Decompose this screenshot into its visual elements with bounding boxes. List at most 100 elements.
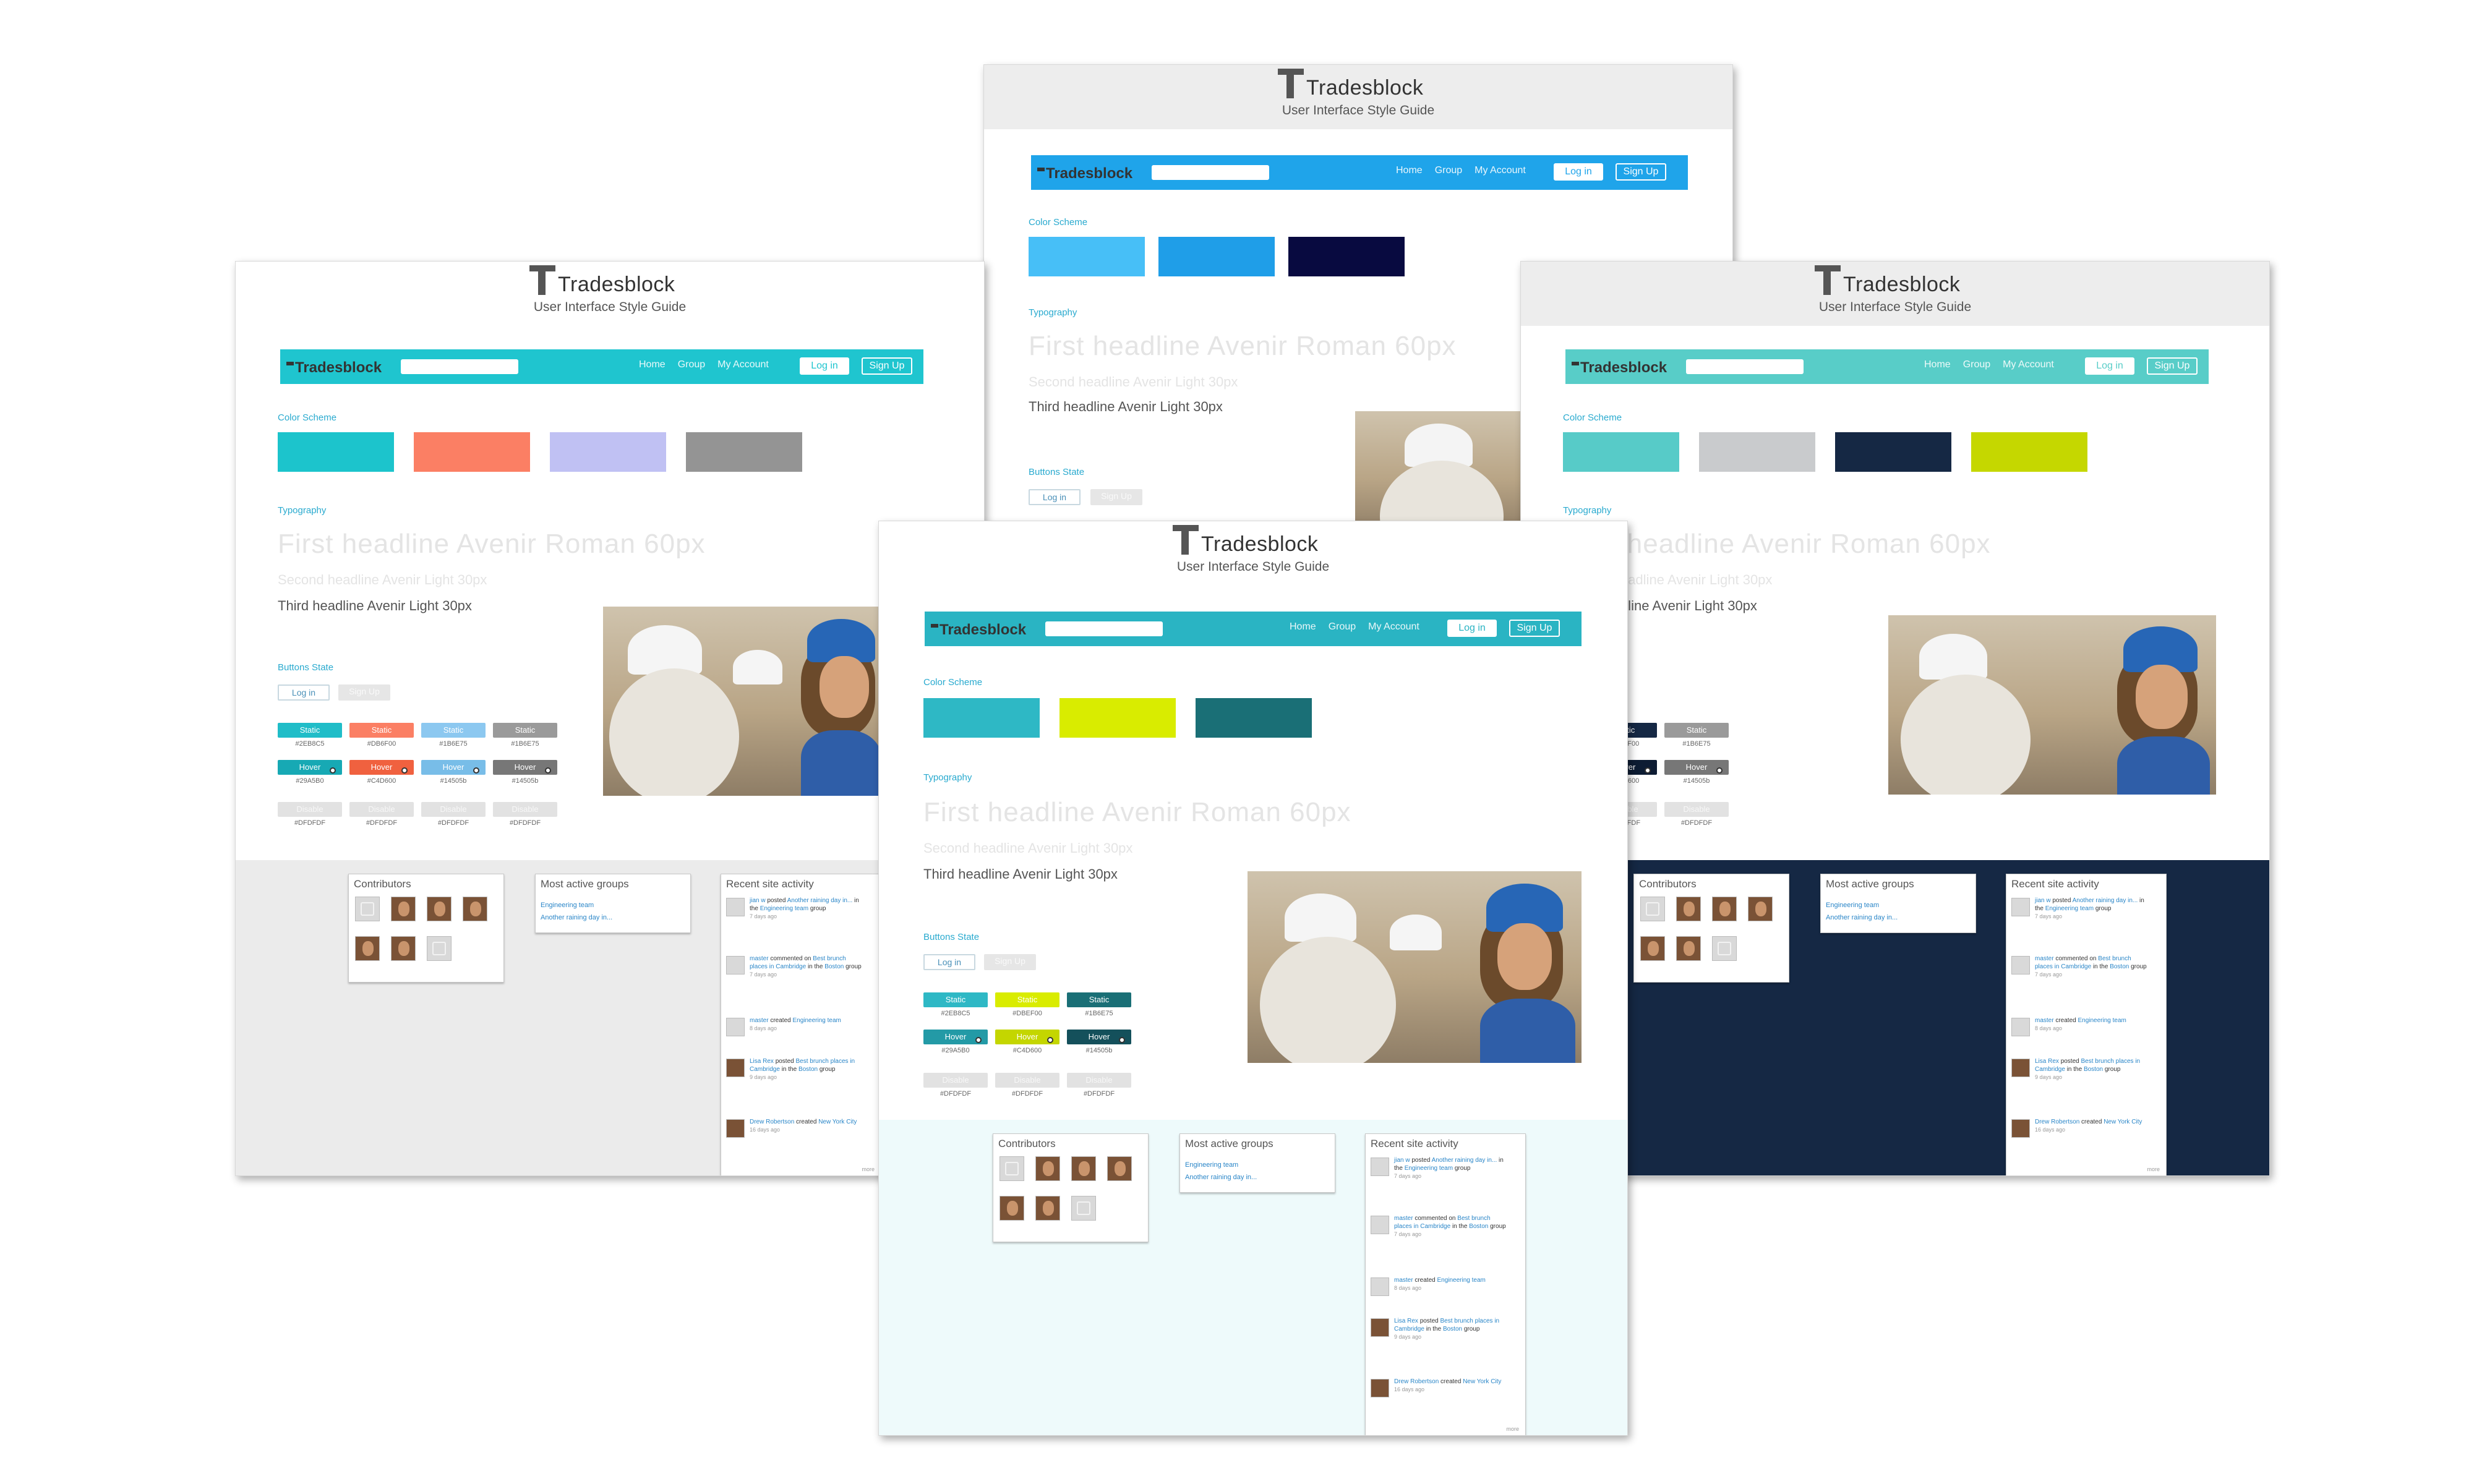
hex-label: #29A5B0 [941, 1047, 970, 1054]
construction-workers-photo [1888, 615, 2216, 795]
nav-link-group[interactable]: Group [1329, 621, 1356, 632]
static-chip-4[interactable]: Static [493, 723, 557, 738]
login-button[interactable]: Log in [800, 357, 849, 375]
sample-login-button[interactable]: Log in [1029, 489, 1081, 505]
nav-links: Home Group My Account [639, 359, 781, 370]
signup-button[interactable]: Sign Up [1509, 620, 1560, 637]
tradesblock-logo: Tradesblock [236, 265, 984, 299]
avatar[interactable] [999, 1196, 1024, 1221]
cursor-icon [330, 767, 336, 774]
static-chip-2[interactable]: Static [349, 723, 414, 738]
nav-logo[interactable]: Tradesblock [1572, 359, 1667, 377]
nav-link-account[interactable]: My Account [717, 359, 769, 370]
static-chip-1[interactable]: Static [278, 723, 342, 738]
more-link[interactable]: more [862, 1166, 875, 1172]
more-link[interactable]: more [1506, 1426, 1519, 1432]
nav-link-home[interactable]: Home [1924, 359, 1951, 370]
nav-link-group[interactable]: Group [678, 359, 705, 370]
group-link[interactable]: Another raining day in... [1185, 1174, 1257, 1181]
swatch-2 [1158, 237, 1275, 276]
group-link[interactable]: Engineering team [541, 902, 594, 909]
nav-link-home[interactable]: Home [1290, 621, 1316, 632]
hex-label: #29A5B0 [296, 777, 324, 785]
avatar[interactable] [1640, 936, 1665, 961]
nav-logo-text: Tradesblock [1580, 359, 1667, 376]
avatar[interactable] [391, 936, 416, 961]
avatar[interactable] [391, 897, 416, 921]
sheet-header: Tradesblock User Interface Style Guide [879, 521, 1627, 586]
disable-chip-2: Disable [1664, 802, 1729, 817]
group-link[interactable]: Engineering team [1826, 902, 1879, 909]
nav-links: Home Group My Account [1396, 165, 1538, 176]
swatch-4 [686, 432, 802, 472]
avatar[interactable] [1676, 897, 1701, 921]
avatar[interactable] [1035, 1156, 1060, 1181]
nav-link-home[interactable]: Home [639, 359, 666, 370]
avatar[interactable] [1071, 1156, 1096, 1181]
swatch-3 [1196, 698, 1312, 738]
search-input[interactable] [1686, 359, 1804, 374]
static-chip-2[interactable]: Static [995, 992, 1059, 1007]
search-input[interactable] [401, 359, 518, 374]
avatar[interactable] [1748, 897, 1773, 921]
search-input[interactable] [1152, 165, 1269, 180]
nav-link-account[interactable]: My Account [2003, 359, 2054, 370]
login-button[interactable]: Log in [1447, 620, 1497, 637]
avatar[interactable] [999, 1156, 1024, 1181]
nav-logo[interactable]: Tradesblock [1037, 165, 1132, 182]
nav-link-group[interactable]: Group [1435, 165, 1462, 176]
group-link[interactable]: Another raining day in... [541, 914, 612, 921]
static-chip-1[interactable]: Static [923, 992, 988, 1007]
avatar[interactable] [427, 936, 452, 961]
signup-button[interactable]: Sign Up [1616, 163, 1666, 181]
swatch-1 [923, 698, 1040, 738]
style-guide-sheet-teal-lime: Tradesblock User Interface Style Guide T… [878, 521, 1628, 1436]
nav-link-group[interactable]: Group [1963, 359, 1990, 370]
static-chip-3[interactable]: Static [1067, 992, 1131, 1007]
nav-link-account[interactable]: My Account [1368, 621, 1419, 632]
nav-link-account[interactable]: My Account [1475, 165, 1526, 176]
swatch-3 [1835, 432, 1951, 472]
color-scheme-label: Color Scheme [278, 412, 337, 423]
recent-activity-card: Recent site activity jian w posted Anoth… [1365, 1133, 1526, 1435]
active-groups-card: Most active groups Engineering team Anot… [1179, 1133, 1335, 1193]
nav-logo-text: Tradesblock [1046, 165, 1133, 182]
sample-login-button[interactable]: Log in [278, 684, 330, 701]
avatar[interactable] [355, 936, 380, 961]
group-link[interactable]: Another raining day in... [1826, 914, 1898, 921]
hex-label: #14505b [1683, 777, 1710, 785]
color-scheme-label: Color Scheme [1029, 217, 1088, 228]
avatar[interactable] [463, 897, 487, 921]
groups-title: Most active groups [1185, 1138, 1273, 1149]
disable-chip-1: Disable [923, 1073, 988, 1088]
hex-label: #DFDFDF [366, 819, 398, 827]
login-button[interactable]: Log in [2085, 357, 2134, 375]
color-scheme-label: Color Scheme [923, 677, 983, 688]
nav-logo[interactable]: Tradesblock [931, 621, 1026, 639]
search-input[interactable] [1045, 621, 1163, 636]
logo-mark-icon [1173, 525, 1199, 556]
avatar[interactable] [1035, 1196, 1060, 1221]
buttons-state-label: Buttons State [923, 932, 980, 942]
typography-label: Typography [278, 505, 327, 516]
login-button[interactable]: Log in [1554, 163, 1603, 181]
more-link[interactable]: more [2147, 1166, 2160, 1172]
nav-link-home[interactable]: Home [1396, 165, 1423, 176]
avatar[interactable] [355, 897, 380, 921]
static-chip-2[interactable]: Static [1664, 723, 1729, 738]
static-chip-3[interactable]: Static [421, 723, 486, 738]
avatar[interactable] [1712, 936, 1737, 961]
avatar[interactable] [1712, 897, 1737, 921]
avatar[interactable] [1107, 1156, 1132, 1181]
group-link[interactable]: Engineering team [1185, 1161, 1238, 1169]
nav-logo[interactable]: Tradesblock [286, 359, 382, 377]
avatar[interactable] [1676, 936, 1701, 961]
sample-login-button[interactable]: Log in [923, 954, 975, 970]
avatar[interactable] [1071, 1196, 1096, 1221]
signup-button[interactable]: Sign Up [2147, 357, 2198, 375]
signup-button[interactable]: Sign Up [862, 357, 912, 375]
avatar[interactable] [1640, 897, 1665, 921]
cursor-icon [1119, 1037, 1125, 1043]
avatar[interactable] [427, 897, 452, 921]
construction-workers-photo [603, 607, 881, 796]
